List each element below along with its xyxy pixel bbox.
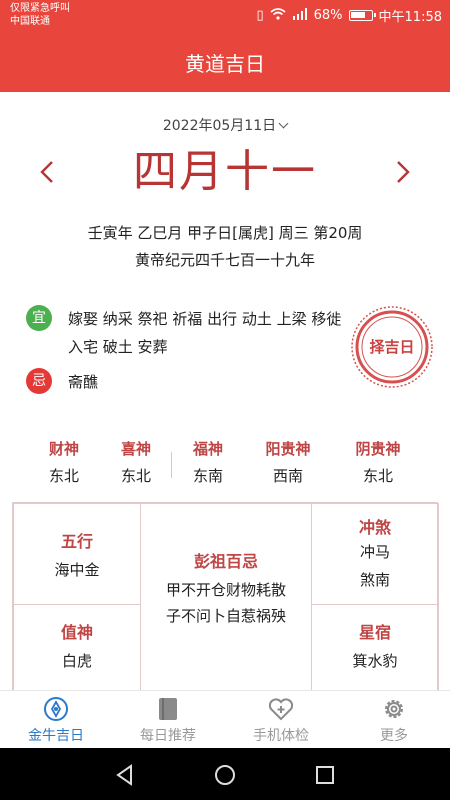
ganzhi-info: 壬寅年 乙巳月 甲子日[属虎] 周三 第20周 <box>87 224 363 242</box>
lunar-date: 四月十一 <box>133 146 317 197</box>
nav-label: 更多 <box>380 728 408 744</box>
nav-label: 手机体检 <box>253 728 309 744</box>
selected-date: 2022年05月11日 <box>162 118 277 134</box>
god-name: 阳贵神 <box>265 440 311 458</box>
chongsha-title: 冲煞 <box>358 518 391 537</box>
ji-activities: 斋醮 <box>68 373 99 391</box>
xingxiu-title: 星宿 <box>358 623 391 642</box>
chongsha-line-1: 冲马 <box>359 543 390 561</box>
page-title: 黄道吉日 <box>185 51 265 76</box>
heart-plus-icon <box>225 695 337 723</box>
signal-icon <box>292 7 308 24</box>
god-fushen: 福神 东南 <box>172 438 244 486</box>
recents-square-icon <box>316 766 334 784</box>
pengzu-line-2: 子不问卜自惹祸殃 <box>165 607 286 625</box>
god-direction: 东北 <box>48 467 79 485</box>
chongsha-cell: 冲煞 冲马 煞南 <box>311 503 439 605</box>
carrier-line-2: 中国联通 <box>10 16 50 27</box>
recents-button[interactable] <box>312 762 338 788</box>
book-icon <box>112 695 224 723</box>
chevron-down-icon <box>278 118 289 129</box>
next-day-button[interactable] <box>384 154 420 190</box>
lunar-date-row: 四月十一 <box>0 140 450 204</box>
nav-label: 每日推荐 <box>140 728 196 744</box>
ji-badge: 忌 <box>26 368 52 394</box>
god-name: 财神 <box>48 440 79 458</box>
home-button[interactable] <box>212 762 238 788</box>
wuxing-title: 五行 <box>60 532 93 551</box>
home-circle-icon <box>215 765 235 785</box>
nav-tab-daily[interactable]: 每日推荐 <box>112 695 224 745</box>
chongsha-line-2: 煞南 <box>359 571 390 589</box>
yi-activities: 嫁娶 纳采 祭祀 祈福 出行 动土 上梁 移徙 入宅 破土 安葬 <box>68 310 342 356</box>
carrier-info: 仅限紧急呼叫 中国联通 <box>10 2 70 28</box>
chevron-right-icon <box>397 161 410 183</box>
status-indicators: ▯ 68% 中午11:58 <box>256 6 442 25</box>
gods-directions: 财神 东北 喜神 东北 福神 东南 阳贵神 西南 阴贵神 东北 <box>0 438 450 494</box>
pengzu-title: 彭祖百忌 <box>193 552 258 571</box>
god-name: 喜神 <box>120 440 151 458</box>
yi-section: 宜 嫁娶 纳采 祭祀 祈福 出行 动土 上梁 移徙 入宅 破土 安葬 <box>26 305 346 361</box>
god-direction: 东南 <box>192 467 223 485</box>
wifi-icon <box>270 7 286 24</box>
pengzu-line-1: 甲不开仓财物耗散 <box>165 581 286 599</box>
huangdi-era: 黄帝纪元四千七百一十九年 <box>134 251 315 269</box>
bottom-nav: 金牛吉日 每日推荐 手机体检 更多 <box>0 690 450 748</box>
nav-tab-phone-check[interactable]: 手机体检 <box>225 695 337 745</box>
back-button[interactable] <box>112 762 138 788</box>
god-yangguishen: 阳贵神 西南 <box>252 438 324 486</box>
wuxing-value: 海中金 <box>54 561 100 579</box>
vibrate-icon: ▯ <box>256 8 264 23</box>
ji-section: 忌 斋醮 <box>26 368 346 396</box>
wuxing-cell: 五行 海中金 <box>13 503 141 605</box>
god-name: 福神 <box>192 440 223 458</box>
clock: 中午11:58 <box>378 10 442 25</box>
almanac-grid: 五行 海中金 彭祖百忌 甲不开仓财物耗散 子不问卜自惹祸殃 冲煞 冲马 煞南 值… <box>12 502 439 693</box>
choose-day-stamp-button[interactable]: 择吉日 <box>350 305 434 389</box>
compass-icon <box>0 695 112 723</box>
god-caishen: 财神 东北 <box>28 438 100 486</box>
zhishen-value: 白虎 <box>61 652 92 670</box>
stamp-label: 择吉日 <box>369 338 415 356</box>
god-direction: 东北 <box>120 467 151 485</box>
nav-tab-more[interactable]: 更多 <box>338 695 450 745</box>
yi-badge: 宜 <box>26 305 52 331</box>
god-name: 阴贵神 <box>355 440 401 458</box>
god-direction: 西南 <box>272 467 303 485</box>
pengzu-cell: 彭祖百忌 甲不开仓财物耗散 子不问卜自惹祸殃 <box>140 503 312 693</box>
back-triangle-icon <box>116 764 132 786</box>
carrier-line-1: 仅限紧急呼叫 <box>10 3 70 14</box>
system-nav-bar <box>0 748 450 800</box>
battery-percent: 68% <box>313 8 343 23</box>
god-xishen: 喜神 东北 <box>100 438 172 486</box>
nav-label: 金牛吉日 <box>28 728 84 744</box>
nav-tab-lucky-day[interactable]: 金牛吉日 <box>0 695 112 745</box>
gear-icon <box>338 695 450 723</box>
god-direction: 东北 <box>362 467 393 485</box>
xingxiu-value: 箕水豹 <box>352 652 398 670</box>
battery-icon <box>348 10 376 21</box>
zhishen-cell: 值神 白虎 <box>13 604 141 693</box>
date-selector[interactable]: 2022年05月11日 <box>0 115 450 135</box>
god-yinguishen: 阴贵神 东北 <box>342 438 414 486</box>
xingxiu-cell: 星宿 箕水豹 <box>311 604 439 693</box>
status-bar: 仅限紧急呼叫 中国联通 ▯ 68% 中午11:58 <box>0 0 450 32</box>
zhishen-title: 值神 <box>60 623 93 642</box>
app-bar: 黄道吉日 <box>0 32 450 92</box>
